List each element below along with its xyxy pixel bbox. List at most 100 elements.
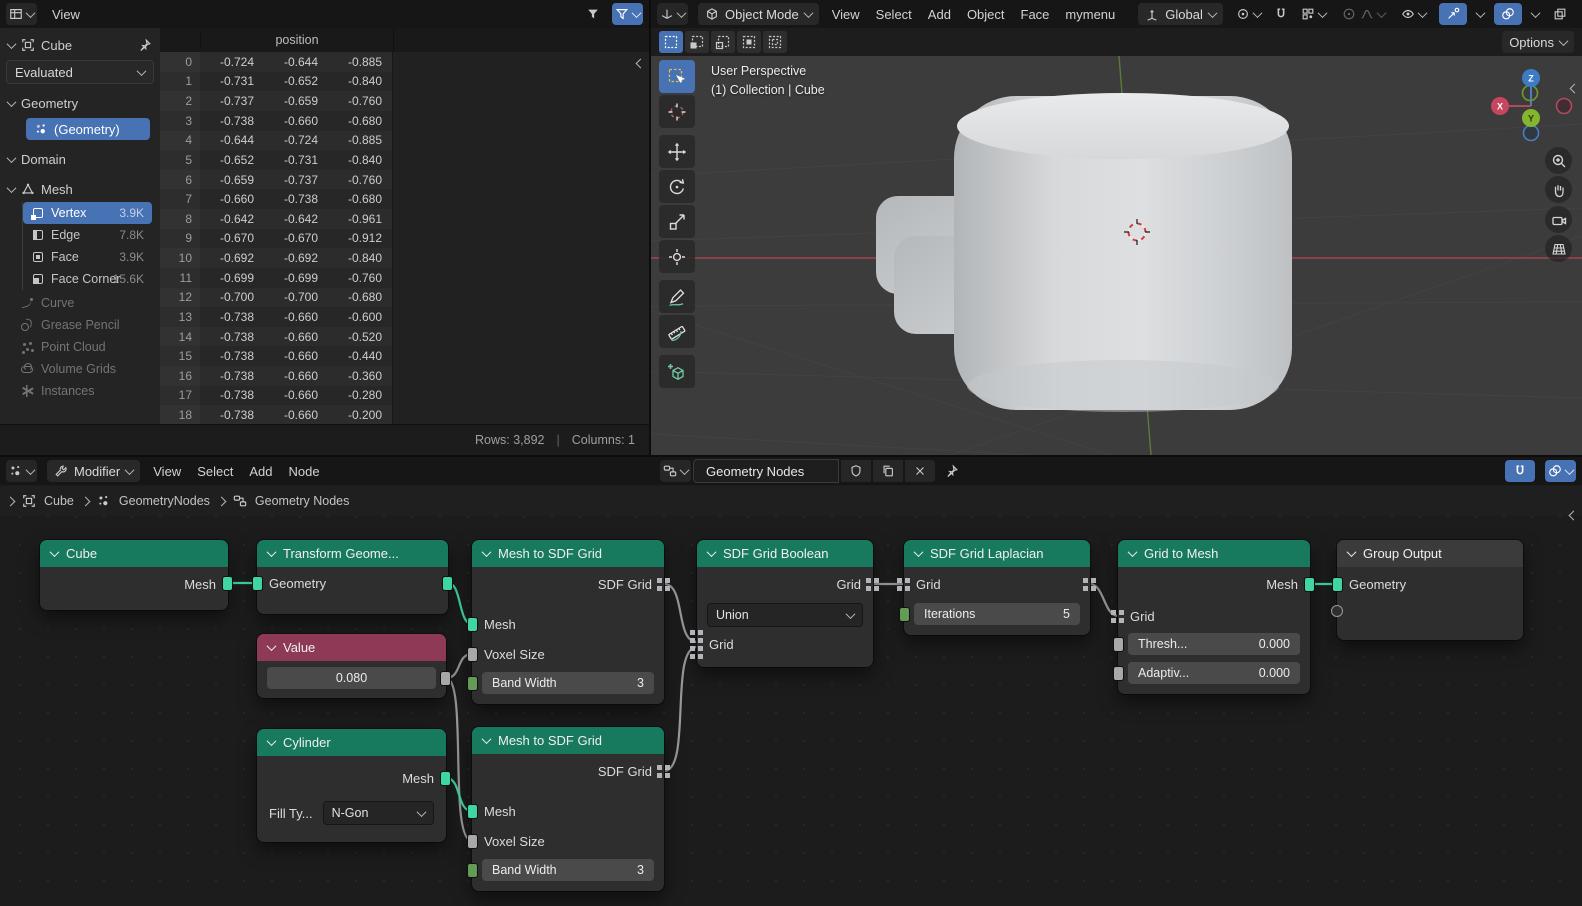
table-row[interactable]: 2-0.737-0.659-0.760	[160, 91, 649, 111]
tool-scale[interactable]	[659, 205, 695, 238]
node-mesh-to-sdf-grid-2[interactable]: Mesh to SDF Grid SDF Grid Mesh Voxel Siz…	[472, 727, 664, 891]
value-field[interactable]: 0.080	[267, 667, 436, 689]
node-transform-geometry[interactable]: Transform Geome... Geometry	[257, 540, 448, 614]
object-row[interactable]: Cube	[0, 34, 160, 56]
socket-mesh-input[interactable]	[467, 617, 478, 632]
overlays-toggle[interactable]	[1545, 460, 1576, 482]
chevron-down-icon[interactable]	[1475, 8, 1485, 18]
node-cube[interactable]: Cube Mesh	[40, 540, 228, 610]
collapse-chevron-icon[interactable]	[482, 547, 492, 557]
socket-grid-input[interactable]	[897, 578, 910, 591]
select-mode-intersect[interactable]	[763, 31, 787, 53]
fill-type-dropdown[interactable]: N-Gon	[323, 801, 434, 825]
proportional-editing-group[interactable]	[1339, 3, 1388, 25]
socket-mesh-output[interactable]	[222, 576, 233, 591]
table-row[interactable]: 12-0.700-0.700-0.680	[160, 288, 649, 308]
select-mode-extend[interactable]	[685, 31, 709, 53]
geometry-component-button[interactable]: (Geometry)	[26, 118, 150, 140]
socket-mesh-output[interactable]	[1304, 577, 1315, 592]
menu-view[interactable]: View	[829, 7, 863, 22]
editor-type-button[interactable]	[657, 3, 688, 25]
socket-mesh-output[interactable]	[440, 771, 451, 786]
socket-geometry-input[interactable]	[1332, 577, 1343, 592]
threshold-field[interactable]: Thresh... 0.000	[1128, 633, 1300, 655]
copy-datablock-button[interactable]	[873, 460, 903, 482]
table-row[interactable]: 4-0.644-0.724-0.885	[160, 131, 649, 151]
node-mesh-to-sdf-grid-1[interactable]: Mesh to SDF Grid SDF Grid Mesh Voxel Siz…	[472, 540, 664, 704]
pin-icon[interactable]	[945, 464, 959, 478]
show-overlays-toggle[interactable]	[1494, 3, 1522, 25]
menu-object[interactable]: Object	[964, 7, 1008, 22]
table-row[interactable]: 1-0.731-0.652-0.840	[160, 72, 649, 92]
select-mode-subtract[interactable]	[711, 31, 735, 53]
pan-hand-button[interactable]	[1545, 176, 1572, 203]
socket-grid-input[interactable]	[1111, 610, 1124, 623]
xray-toggle-icon[interactable]	[1553, 7, 1567, 21]
camera-view-button[interactable]	[1545, 206, 1572, 233]
table-row[interactable]: 18-0.738-0.660-0.200	[160, 405, 649, 425]
toggle-ortho-button[interactable]	[1545, 235, 1572, 262]
select-mode-set[interactable]	[659, 31, 683, 53]
socket-voxel-size-input[interactable]	[467, 834, 478, 849]
region-toggle-chevron[interactable]	[6, 496, 16, 506]
menu-view[interactable]: View	[150, 464, 184, 479]
socket-threshold-input[interactable]	[1113, 637, 1124, 652]
sidebar-item-face[interactable]: Face3.9K	[23, 246, 152, 268]
socket-voxel-size-input[interactable]	[467, 647, 478, 662]
table-row[interactable]: 16-0.738-0.660-0.360	[160, 366, 649, 386]
collapse-chevron-icon[interactable]	[482, 734, 492, 744]
menu-node[interactable]: Node	[285, 464, 322, 479]
sidebar-item-vertex[interactable]: Vertex3.9K	[23, 202, 152, 224]
mug-object[interactable]	[876, 93, 1292, 412]
table-row[interactable]: 6-0.659-0.737-0.760	[160, 170, 649, 190]
table-row[interactable]: 17-0.738-0.660-0.280	[160, 386, 649, 406]
table-header[interactable]: position	[160, 28, 649, 53]
zoom-button[interactable]	[1545, 147, 1572, 174]
chevron-down-icon[interactable]	[1530, 8, 1540, 18]
snap-toggle[interactable]	[1505, 460, 1535, 482]
socket-band-width-input[interactable]	[467, 676, 478, 691]
select-mode-invert[interactable]	[737, 31, 761, 53]
node-value[interactable]: Value 0.080	[257, 634, 446, 698]
socket-band-width-input[interactable]	[467, 863, 478, 878]
socket-geometry-output[interactable]	[442, 576, 453, 591]
node-tree-name-field[interactable]: Geometry Nodes	[693, 459, 839, 483]
table-row[interactable]: 5-0.652-0.731-0.840	[160, 150, 649, 170]
table-row[interactable]: 10-0.692-0.692-0.840	[160, 248, 649, 268]
tool-annotate[interactable]	[659, 280, 695, 313]
iterations-field[interactable]: Iterations 5	[914, 603, 1080, 625]
evaluated-dropdown[interactable]: Evaluated	[6, 60, 154, 84]
breadcrumb-object[interactable]: Cube	[44, 494, 74, 508]
collapse-chevron-icon[interactable]	[707, 547, 717, 557]
viewport-canvas[interactable]: Z X Y User Perspective (1) Collection | …	[651, 56, 1582, 455]
editor-type-button[interactable]	[6, 3, 37, 25]
socket-geometry-input[interactable]	[252, 576, 263, 591]
table-row[interactable]: 11-0.699-0.699-0.760	[160, 268, 649, 288]
node-tree-type-dropdown[interactable]: Modifier	[47, 460, 140, 482]
collapse-chevron-icon[interactable]	[267, 547, 277, 557]
table-row[interactable]: 14-0.738-0.660-0.520	[160, 327, 649, 347]
snap-magnet-icon[interactable]	[1274, 7, 1288, 21]
collapse-chevron-icon[interactable]	[1347, 547, 1357, 557]
collapse-chevron-icon[interactable]	[50, 547, 60, 557]
orientation-dropdown[interactable]: Global	[1138, 3, 1223, 25]
tool-move[interactable]	[659, 135, 695, 168]
menu-select[interactable]: Select	[194, 464, 236, 479]
socket-sdf-grid-output[interactable]	[657, 765, 670, 778]
snap-target-dropdown[interactable]	[1298, 3, 1329, 25]
band-width-field[interactable]: Band Width 3	[482, 672, 654, 694]
adaptivity-field[interactable]: Adaptiv... 0.000	[1128, 662, 1300, 684]
socket-grid-multi-input[interactable]	[690, 630, 703, 660]
tool-cursor[interactable]	[659, 95, 695, 128]
column-group-header[interactable]: position	[200, 33, 393, 47]
socket-mesh-input[interactable]	[467, 804, 478, 819]
pin-icon[interactable]	[138, 38, 152, 52]
collapse-chevron-icon[interactable]	[267, 736, 277, 746]
editor-type-button[interactable]	[6, 460, 37, 482]
band-width-field[interactable]: Band Width 3	[482, 859, 654, 881]
navigation-gizmo[interactable]: Z X Y	[1491, 69, 1572, 141]
node-tree-browse-button[interactable]	[660, 460, 691, 482]
table-row[interactable]: 9-0.670-0.670-0.912	[160, 229, 649, 249]
node-cylinder[interactable]: Cylinder Mesh Fill Ty... N-Gon	[257, 729, 446, 842]
table-row[interactable]: 15-0.738-0.660-0.440	[160, 346, 649, 366]
